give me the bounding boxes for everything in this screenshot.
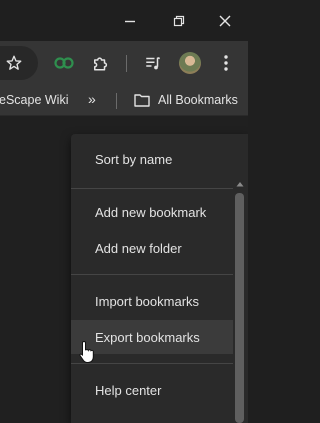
menu-item-add-new-bookmark[interactable]: Add new bookmark (71, 195, 233, 229)
menu-item-sort-by-name[interactable]: Sort by name (71, 142, 233, 176)
profile-avatar[interactable] (179, 52, 201, 74)
minimize-button[interactable] (117, 8, 143, 34)
menu-separator (71, 274, 233, 275)
close-icon (219, 15, 231, 27)
extension-glasses-button[interactable] (52, 51, 76, 75)
menu-scrollbar[interactable] (233, 179, 246, 423)
toolbar-divider (126, 55, 127, 72)
bookmarks-overflow-button[interactable]: » (88, 91, 96, 107)
folder-icon (134, 93, 150, 112)
menu-item-export-bookmarks[interactable]: Export bookmarks (71, 320, 233, 354)
close-button[interactable] (212, 8, 238, 34)
browser-window: eScape Wiki » All Bookmarks Sort by name… (0, 0, 248, 423)
restore-button[interactable] (166, 8, 192, 34)
menu-separator (71, 188, 233, 189)
playlist-icon (146, 57, 160, 70)
hand-cursor-icon (79, 340, 95, 364)
title-bar (0, 0, 248, 41)
kebab-menu-icon (224, 55, 228, 71)
scroll-up-arrow-icon[interactable] (235, 179, 244, 189)
extensions-button[interactable] (88, 51, 112, 75)
menu-item-help-center[interactable]: Help center (71, 373, 233, 407)
bookmark-star-button[interactable] (2, 51, 26, 75)
all-bookmarks-button[interactable]: All Bookmarks (158, 93, 238, 107)
bookmarks-bar: eScape Wiki » All Bookmarks (0, 85, 248, 116)
glasses-icon (54, 57, 74, 69)
bookmarks-context-menu: Sort by name Add new bookmark Add new fo… (71, 134, 248, 423)
puzzle-icon (94, 57, 108, 71)
media-control-button[interactable] (141, 51, 165, 75)
menu-item-import-bookmarks[interactable]: Import bookmarks (71, 284, 233, 318)
bookmark-wiki[interactable]: eScape Wiki (0, 93, 68, 107)
bookmarks-divider (116, 93, 117, 109)
star-icon (6, 55, 22, 70)
scrollbar-thumb[interactable] (235, 193, 244, 423)
minimize-icon (125, 20, 135, 23)
toolbar (0, 41, 248, 85)
menu-item-add-new-folder[interactable]: Add new folder (71, 231, 233, 265)
restore-icon (173, 15, 185, 27)
menu-button[interactable] (214, 51, 238, 75)
menu-separator (71, 363, 233, 364)
